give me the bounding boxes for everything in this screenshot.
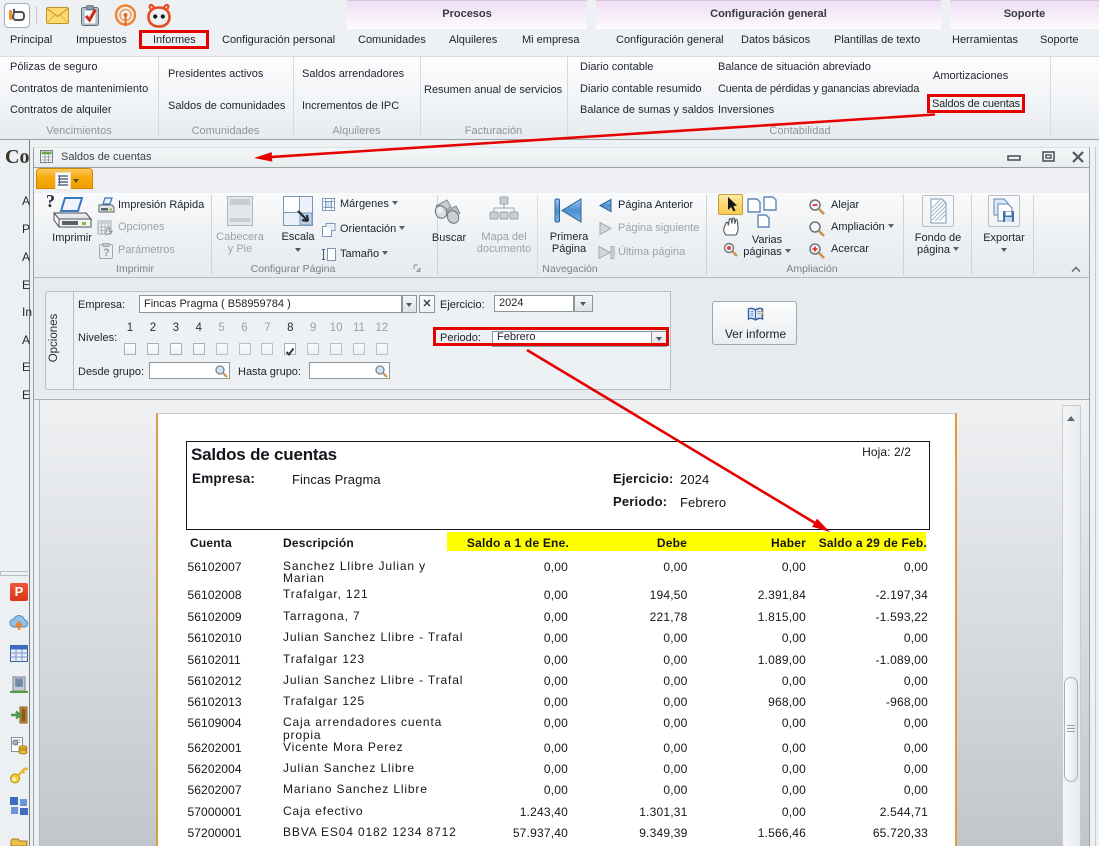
svg-text:?: ?	[103, 247, 110, 259]
svg-text:?: ?	[46, 192, 55, 211]
